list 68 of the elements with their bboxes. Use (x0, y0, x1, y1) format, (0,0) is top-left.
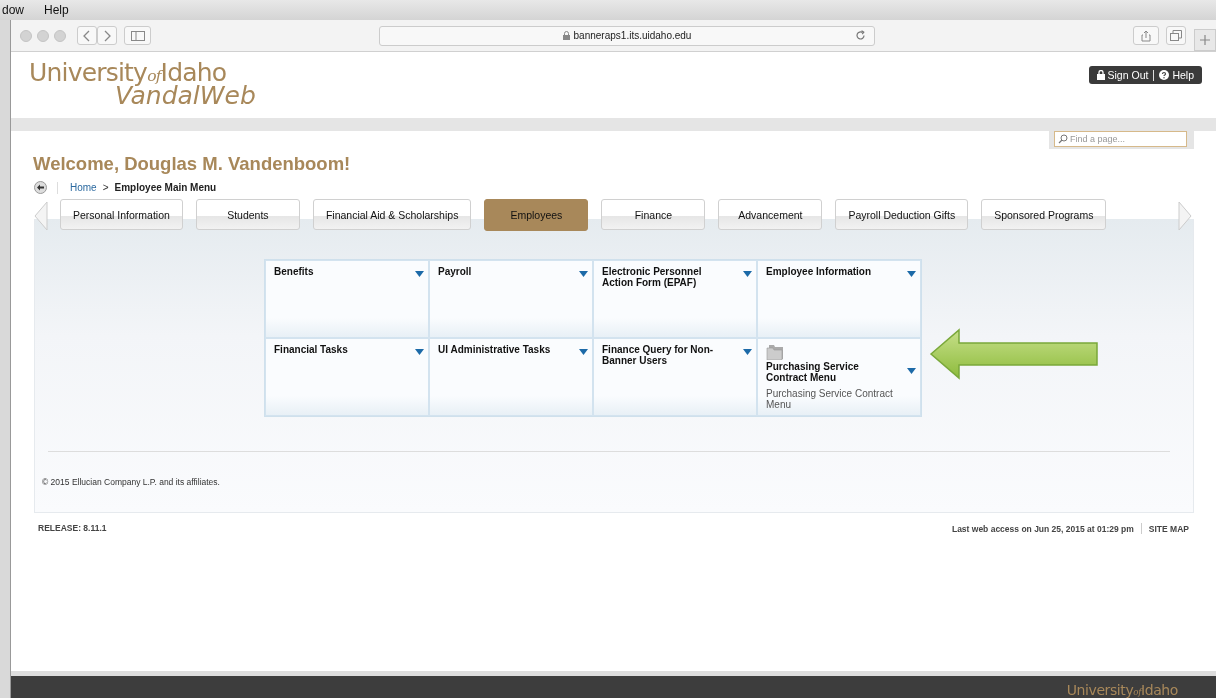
new-tab-icon[interactable] (1194, 29, 1216, 51)
close-dot-icon[interactable] (20, 29, 32, 42)
caret-icon[interactable] (907, 368, 916, 374)
nav-tab[interactable]: Students (195, 199, 300, 230)
release-label: RELEASE: 8.11.1 (38, 523, 107, 534)
breadcrumb-separator: > (102, 182, 109, 193)
nav-tab[interactable]: Personal Information (60, 199, 183, 230)
chevron-left-icon (83, 29, 91, 42)
menu-tile[interactable]: Employee Information (757, 260, 921, 338)
menu-tile-title: Electronic Personnel Action Form (EPAF) (602, 266, 703, 288)
share-button[interactable] (1133, 26, 1159, 45)
menu-tile-title: Employee Information (766, 266, 872, 277)
address-bar[interactable]: banneraps1.its.uidaho.edu (379, 25, 875, 46)
tabs-button[interactable] (1166, 26, 1186, 45)
menu-tile-title: UI Administrative Tasks (438, 344, 552, 355)
menu-tile[interactable]: UI Administrative Tasks (429, 338, 593, 416)
site-map-link[interactable]: SITE MAP (1148, 523, 1189, 534)
menu-tile[interactable]: Electronic Personnel Action Form (EPAF) (593, 260, 757, 338)
nav-tab[interactable]: Payroll Deduction Gifts (835, 199, 969, 230)
menu-tile[interactable]: Purchasing Service Contract Menu Purchasing Service Contract Menu (757, 338, 921, 416)
help-link[interactable]: Help (1159, 69, 1194, 81)
nav-tab[interactable]: Finance (601, 199, 706, 230)
menu-tile-title: Finance Query for Non-Banner Users (602, 344, 715, 366)
home-link[interactable]: Home (70, 182, 97, 193)
last-access-text: Last web access on Jun 25, 2015 at 01:29 pm (951, 523, 1134, 534)
menu-tile-title: Payroll (438, 266, 473, 277)
nav-tab[interactable]: Employees (484, 199, 589, 231)
menu-tile[interactable]: Finance Query for Non-Banner Users (593, 338, 757, 416)
copyright-text: © 2015 Ellucian Company L.P. and its affiliates. (42, 477, 221, 487)
sidebar-icon (130, 30, 145, 41)
current-page-label: Employee Main Menu (114, 182, 217, 193)
lock-icon (562, 31, 570, 40)
minimize-dot-icon[interactable] (37, 29, 49, 42)
forward-button[interactable] (97, 26, 117, 45)
share-icon (1141, 29, 1151, 42)
help-icon (1159, 70, 1170, 80)
sidebar-button[interactable] (124, 26, 151, 45)
zoom-dot-icon[interactable] (54, 29, 66, 42)
caret-icon[interactable] (579, 271, 588, 277)
sign-out-link[interactable]: Sign Out (1096, 69, 1149, 81)
lock-icon (1096, 70, 1105, 80)
back-button[interactable] (77, 26, 97, 45)
menu-tile-title: Financial Tasks (274, 344, 349, 355)
nav-tab[interactable]: Sponsored Programs (981, 199, 1107, 230)
menu-tile-description: Purchasing Service Contract Menu (766, 389, 894, 410)
menu-tile[interactable]: Benefits (265, 260, 429, 338)
tabs-icon (1170, 30, 1182, 41)
caret-icon[interactable] (579, 349, 588, 355)
menu-tile-title: Purchasing Service Contract Menu (766, 361, 860, 383)
caret-icon[interactable] (743, 349, 752, 355)
nav-tab[interactable]: Financial Aid & Scholarships (312, 199, 472, 230)
caret-icon[interactable] (907, 271, 916, 277)
menu-tile[interactable]: Payroll (429, 260, 593, 338)
menu-bar-item[interactable]: Help (42, 3, 71, 17)
caret-icon[interactable] (743, 271, 752, 277)
caret-icon[interactable] (415, 271, 424, 277)
search-field[interactable]: Find a page... (1054, 131, 1187, 147)
menu-tile-title: Benefits (274, 266, 315, 277)
menu-bar-item[interactable]: dow (0, 3, 26, 17)
menu-tile[interactable]: Financial Tasks (265, 338, 429, 416)
chevron-right-icon (103, 29, 111, 42)
footer-logo: UniversityofIdaho (1066, 682, 1178, 698)
welcome-heading: Welcome, Douglas M. Vandenboom! (33, 153, 352, 175)
reload-icon[interactable] (855, 29, 866, 41)
caret-icon[interactable] (415, 349, 424, 355)
back-arrow-icon[interactable] (34, 181, 47, 194)
nav-tab[interactable]: Advancement (718, 199, 823, 230)
folder-icon (766, 344, 784, 360)
